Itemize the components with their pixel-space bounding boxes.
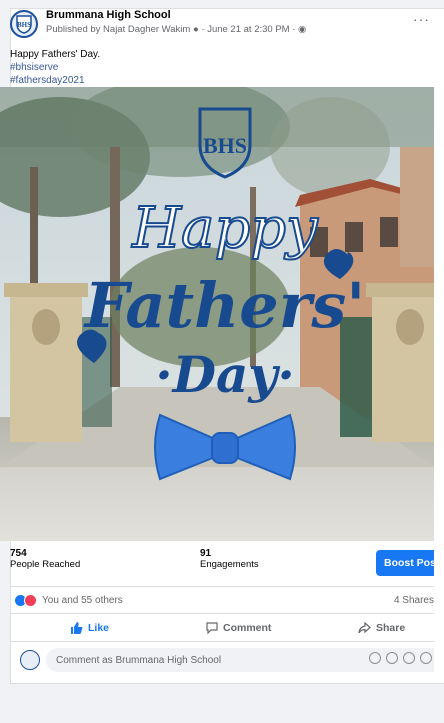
- meta-separator: ·: [201, 24, 205, 35]
- commenter-avatar: [20, 650, 40, 670]
- emoji-icon[interactable]: [369, 652, 381, 664]
- reach-value: 754: [10, 548, 27, 559]
- publisher-name[interactable]: Najat Dagher Wakim: [103, 24, 190, 35]
- post-meta: Published by Najat Dagher Wakim ● · June…: [46, 24, 306, 35]
- post-actions: Like Comment Share: [10, 617, 434, 639]
- divider: [10, 586, 434, 587]
- caption-text: Happy Fathers' Day.: [10, 49, 101, 60]
- like-label: Like: [88, 622, 110, 634]
- reactions-summary[interactable]: You and 55 others 4 Shares: [14, 594, 434, 608]
- post-insights: 754 People Reached 91 Engagements Boost …: [10, 548, 434, 578]
- comment-input[interactable]: Comment as Brummana High School: [46, 648, 434, 672]
- comment-placeholder: Comment as Brummana High School: [56, 654, 222, 666]
- shares-count[interactable]: 4 Shares: [394, 595, 434, 606]
- camera-icon[interactable]: [386, 652, 398, 664]
- people-reached-stat[interactable]: 754 People Reached: [10, 548, 80, 570]
- page-name[interactable]: Brummana High School: [46, 9, 171, 21]
- share-button[interactable]: Share: [358, 617, 405, 639]
- post-date[interactable]: June 21 at 2:30 PM: [207, 24, 289, 35]
- reaction-icons: [14, 594, 38, 608]
- post-header: BHS Brummana High School Published by Na…: [10, 8, 430, 40]
- meta-separator-2: ·: [292, 24, 296, 35]
- engagements-stat[interactable]: 91 Engagements: [200, 548, 259, 570]
- comment-button[interactable]: Comment: [206, 617, 271, 639]
- like-button[interactable]: Like: [70, 617, 109, 639]
- fathers-text: Fathers': [83, 269, 366, 342]
- reactions-text: You and 55 others: [42, 595, 123, 606]
- sticker-icon[interactable]: [420, 652, 432, 664]
- post-image[interactable]: BHS Happy Fathers' ·Day·: [0, 87, 434, 541]
- comment-icon: [206, 622, 218, 634]
- globe-icon: ◉: [298, 24, 307, 35]
- info-icon: ●: [192, 24, 199, 35]
- hashtag-link[interactable]: #fathersday2021: [10, 74, 100, 87]
- divider: [10, 641, 434, 642]
- more-options-button[interactable]: ···: [413, 11, 430, 27]
- card-bottom-border: [10, 683, 444, 684]
- share-label: Share: [376, 622, 406, 634]
- share-icon: [358, 622, 371, 634]
- hashtag-link[interactable]: #bhsiserve: [10, 61, 100, 74]
- comment-label: Comment: [223, 622, 272, 634]
- thumbs-up-icon: [71, 622, 83, 634]
- day-text: ·Day·: [155, 345, 295, 404]
- post-caption: Happy Fathers' Day. #bhsiserve #fathersd…: [10, 48, 100, 87]
- divider: [10, 613, 434, 614]
- school-crest-icon: BHS: [16, 15, 32, 34]
- boost-post-button[interactable]: Boost Post: [376, 550, 434, 576]
- logo-text: BHS: [203, 133, 247, 158]
- svg-text:BHS: BHS: [17, 21, 31, 29]
- reach-label: People Reached: [10, 559, 81, 570]
- love-reaction-icon: [24, 594, 37, 607]
- fathers-day-artwork: BHS Happy Fathers' ·Day·: [0, 87, 434, 541]
- meta-prefix: Published by: [46, 24, 101, 35]
- page-avatar[interactable]: BHS: [10, 10, 38, 38]
- comment-tools: [369, 652, 432, 664]
- happy-text: Happy: [131, 196, 319, 261]
- engagement-value: 91: [200, 548, 212, 559]
- engagement-label: Engagements: [200, 559, 259, 570]
- comment-composer: Comment as Brummana High School: [10, 648, 434, 672]
- gif-icon[interactable]: [403, 652, 415, 664]
